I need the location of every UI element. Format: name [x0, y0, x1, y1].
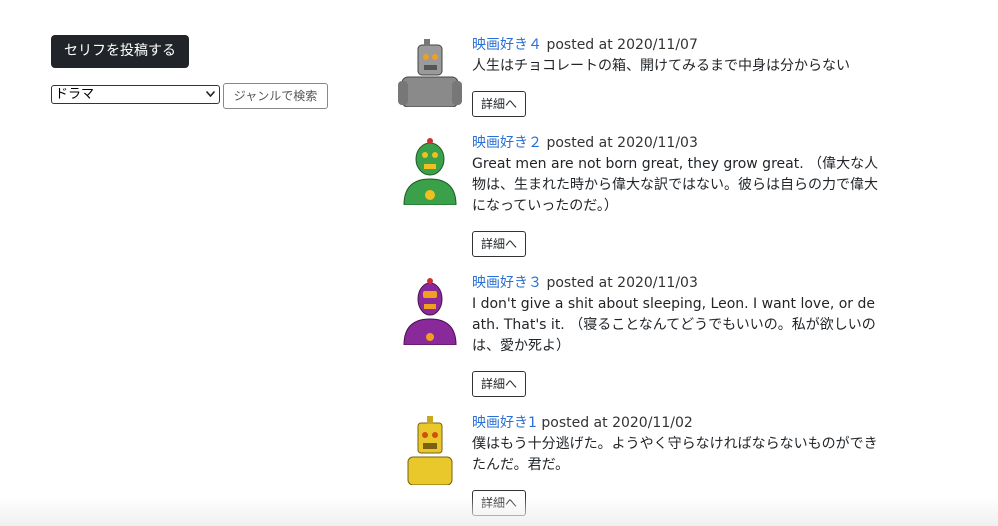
- genre-search-button[interactable]: ジャンルで検索: [223, 83, 328, 109]
- posted-date: posted at 2020/11/03: [546, 275, 698, 291]
- yellow-robot-icon: [407, 416, 453, 485]
- genre-select[interactable]: ドラマ: [51, 85, 220, 104]
- posted-date: posted at 2020/11/07: [546, 37, 698, 53]
- author-link[interactable]: 映画好き２: [472, 135, 542, 151]
- detail-button[interactable]: 詳細へ: [472, 231, 526, 257]
- post-body: 映画好き1 posted at 2020/11/02 僕はもう十分逃げた。ようや…: [472, 413, 882, 476]
- post-body: 映画好き３ posted at 2020/11/03 I don't give …: [472, 273, 882, 357]
- post-meta: 映画好き４ posted at 2020/11/07: [472, 35, 882, 55]
- post-item: 映画好き４ posted at 2020/11/07 人生はチョコレートの箱、開…: [394, 35, 894, 125]
- quote-text: I don't give a shit about sleeping, Leon…: [472, 296, 876, 354]
- author-link[interactable]: 映画好き４: [472, 37, 542, 53]
- post-quote-button[interactable]: セリフを投稿する: [51, 35, 189, 68]
- detail-button[interactable]: 詳細へ: [472, 371, 526, 397]
- post-item: 映画好き２ posted at 2020/11/03 Great men are…: [394, 133, 894, 263]
- purple-robot-icon: [403, 278, 457, 345]
- posted-date: posted at 2020/11/02: [541, 415, 693, 431]
- detail-button[interactable]: 詳細へ: [472, 91, 526, 117]
- post-meta: 映画好き1 posted at 2020/11/02: [472, 413, 882, 433]
- posted-date: posted at 2020/11/03: [546, 135, 698, 151]
- post-meta: 映画好き２ posted at 2020/11/03: [472, 133, 882, 153]
- post-body: 映画好き２ posted at 2020/11/03 Great men are…: [472, 133, 882, 217]
- author-link[interactable]: 映画好き３: [472, 275, 542, 291]
- bottom-fade: [0, 496, 998, 526]
- quote-text: 僕はもう十分逃げた。ようやく守らなければならないものができたんだ。君だ。: [472, 436, 878, 473]
- chevron-down-icon: [206, 91, 215, 97]
- gray-robot-icon: [398, 39, 462, 107]
- page: セリフを投稿する ドラマ ジャンルで検索 映画好き４ posted at 202…: [0, 0, 998, 526]
- green-robot-icon: [403, 138, 457, 205]
- post-item: 映画好き３ posted at 2020/11/03 I don't give …: [394, 273, 894, 403]
- post-body: 映画好き４ posted at 2020/11/07 人生はチョコレートの箱、開…: [472, 35, 882, 77]
- quote-text: 人生はチョコレートの箱、開けてみるまで中身は分からない: [472, 58, 850, 74]
- quote-text: Great men are not born great, they grow …: [472, 156, 879, 214]
- post-meta: 映画好き３ posted at 2020/11/03: [472, 273, 882, 293]
- author-link[interactable]: 映画好き1: [472, 415, 537, 431]
- genre-select-value: ドラマ: [55, 87, 95, 102]
